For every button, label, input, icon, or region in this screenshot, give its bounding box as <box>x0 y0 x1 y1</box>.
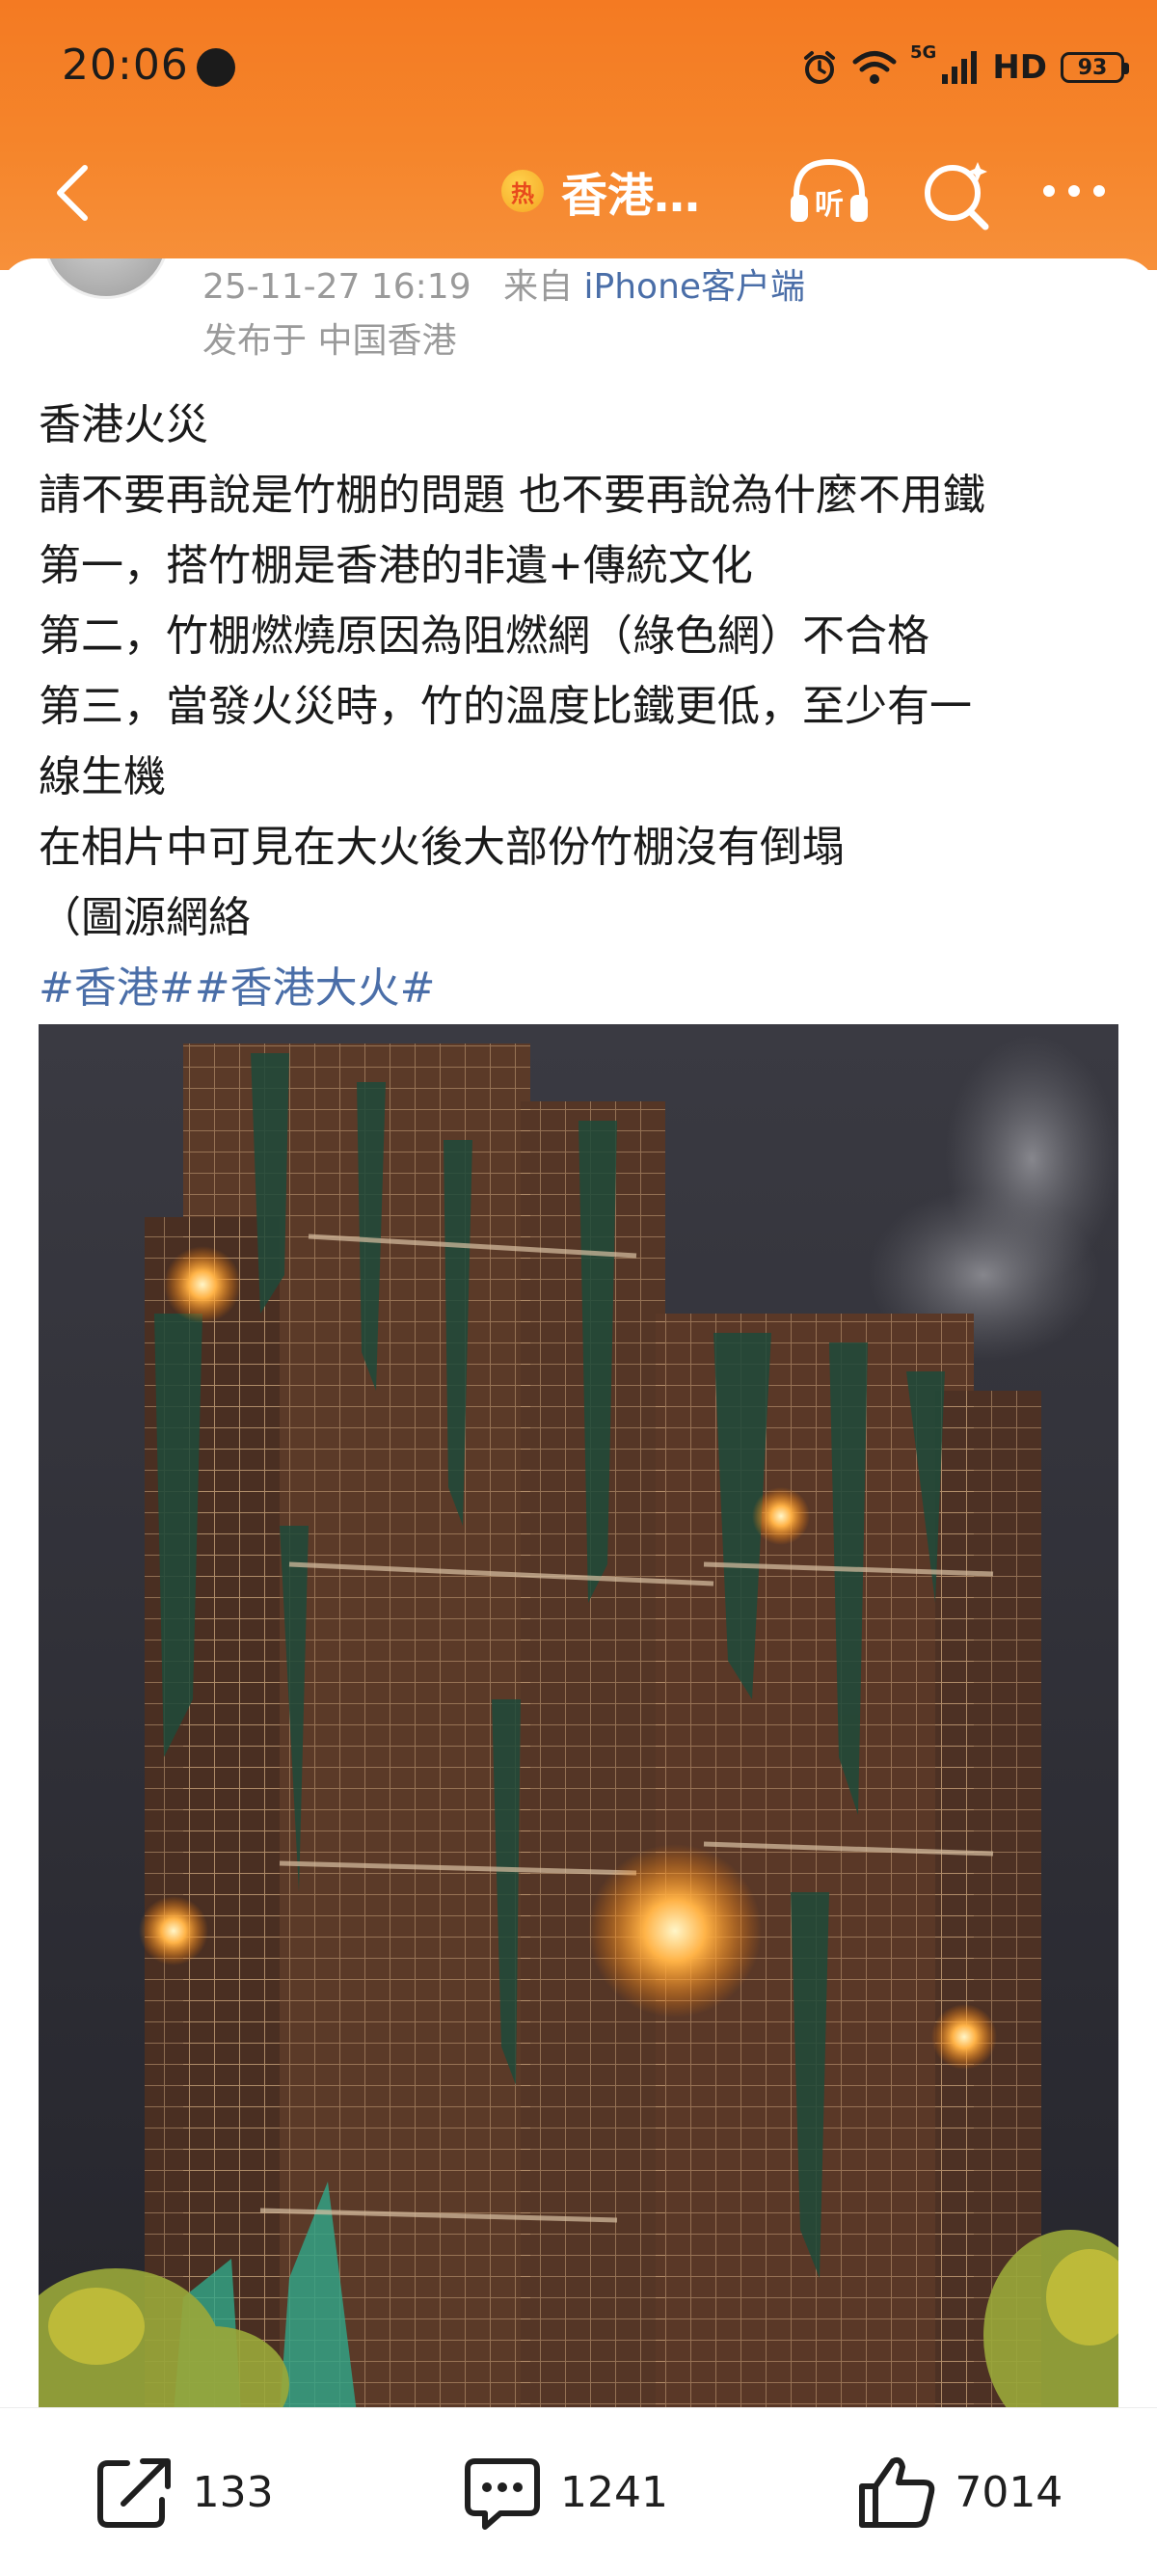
wifi-icon <box>852 51 897 84</box>
post-location: 发布于 中国香港 <box>202 321 457 361</box>
post-line: 請不要再說是竹棚的問題 也不要再說為什麼不用鐵 <box>39 471 985 520</box>
back-button[interactable] <box>33 154 110 231</box>
svg-text:听: 听 <box>815 188 844 222</box>
comment-button[interactable]: 1241 <box>462 2454 668 2531</box>
more-dot-icon <box>1093 185 1105 197</box>
network-label: 5G <box>910 42 937 63</box>
topic-title[interactable]: 热 香港… <box>501 160 701 223</box>
status-time: 20:06 <box>62 41 189 90</box>
more-dot-icon <box>1043 185 1055 197</box>
hd-label: HD <box>992 48 1047 87</box>
nav-bar: 热 香港… 听 <box>0 145 1157 241</box>
chevron-left-icon <box>57 165 88 221</box>
share-icon <box>96 2458 171 2528</box>
post-timestamp: 25-11-27 16:19 <box>202 267 471 307</box>
header: 20:06 5G HD 93 热 香港… 听 <box>0 0 1157 270</box>
hashtag-links[interactable]: #香港##香港大火# <box>39 953 1138 1023</box>
status-bar: 20:06 5G HD 93 <box>0 0 1157 135</box>
thumbs-up-icon <box>859 2456 935 2528</box>
client-link[interactable]: iPhone客户端 <box>584 267 806 307</box>
post-meta: 25-11-27 16:19 来自 iPhone客户端 <box>202 258 805 309</box>
listen-button[interactable]: 听 <box>783 152 875 233</box>
more-dot-icon <box>1068 185 1080 197</box>
action-bar: 133 1241 7014 <box>0 2407 1157 2576</box>
alarm-icon <box>804 51 835 84</box>
post-line: 第三，當發火災時，竹的溫度比鐵更低，至少有一 <box>39 682 972 731</box>
like-count: 7014 <box>955 2467 1063 2517</box>
burning-building-photo <box>39 1024 1118 2411</box>
battery-indicator: 93 <box>1061 52 1129 83</box>
topic-name: 香港… <box>561 169 701 223</box>
post-line: 香港火災 <box>39 400 208 449</box>
repost-count: 133 <box>192 2467 274 2517</box>
post-body: 香港火災 請不要再說是竹棚的問題 也不要再說為什麼不用鐵 第一，搭竹棚是香港的非… <box>39 390 1138 1023</box>
like-button[interactable]: 7014 <box>856 2454 1063 2531</box>
more-button[interactable] <box>1028 160 1120 222</box>
search-icon <box>925 162 989 230</box>
comment-icon <box>465 2458 540 2530</box>
from-label: 来自 <box>503 267 574 307</box>
hot-badge-icon: 热 <box>501 170 544 212</box>
post-line: 第一，搭竹棚是香港的非遺+傳統文化 <box>39 541 753 590</box>
headphones-icon: 听 <box>791 158 868 222</box>
post-line: （圖源網絡 <box>39 893 251 942</box>
comment-count: 1241 <box>560 2467 668 2517</box>
post-line: 第二，竹棚燃燒原因為阻燃網（綠色網）不合格 <box>39 611 929 661</box>
post-card: 25-11-27 16:19 来自 iPhone客户端 发布于 中国香港 香港火… <box>0 258 1157 2411</box>
system-icons: 5G HD 93 <box>800 42 1129 93</box>
search-button[interactable] <box>916 152 997 233</box>
repost-button[interactable]: 133 <box>94 2454 274 2531</box>
post-line: 線生機 <box>39 752 166 801</box>
post-line: 在相片中可見在大火後大部份竹棚沒有倒塌 <box>39 823 845 872</box>
notification-dot-icon <box>197 48 235 87</box>
post-image[interactable] <box>39 1024 1118 2411</box>
avatar[interactable] <box>42 258 170 299</box>
signal-icon <box>942 51 978 84</box>
